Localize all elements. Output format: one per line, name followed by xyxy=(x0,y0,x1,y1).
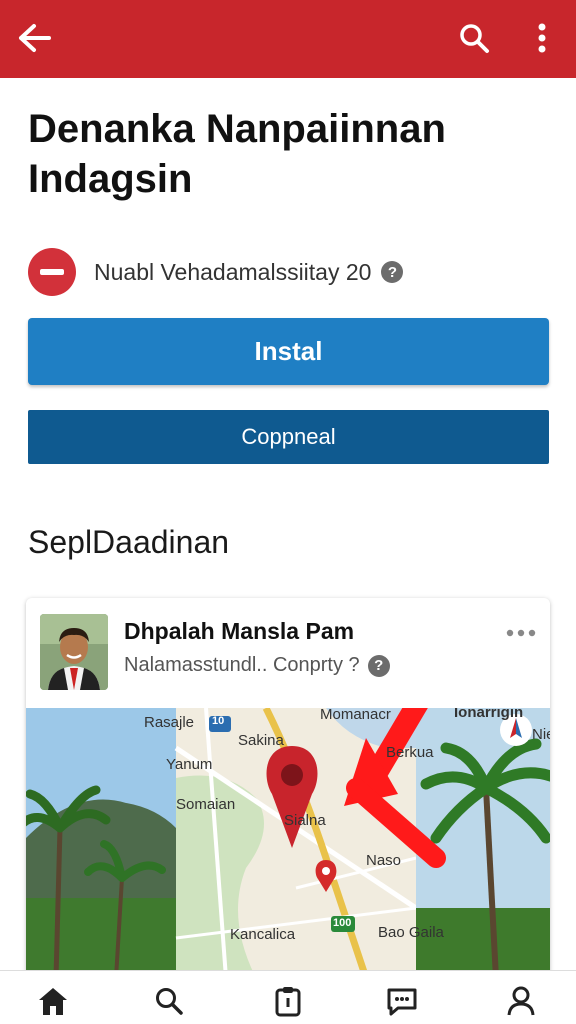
top-app-bar xyxy=(0,0,576,78)
map-label: Sakina xyxy=(238,732,284,749)
chat-icon xyxy=(387,988,417,1016)
profile-icon xyxy=(507,986,535,1016)
section-title: SeplDaadinan xyxy=(28,524,230,560)
status-row: Nuabl Vehadamalssiitay 20 ? xyxy=(28,248,548,296)
more-vertical-icon xyxy=(538,23,546,53)
map-label: Momanacr xyxy=(320,708,391,723)
post-author[interactable]: Dhpalah Mansla Pam xyxy=(124,618,354,645)
map-label: Yanum xyxy=(166,756,213,773)
map-label: Sialna xyxy=(284,812,326,829)
map-label: Nie xyxy=(532,726,550,743)
more-horizontal-icon[interactable] xyxy=(506,620,538,640)
road-badge: 100 xyxy=(333,917,352,929)
back-button[interactable] xyxy=(12,18,56,58)
minus-circle-icon xyxy=(28,248,76,296)
clipboard-icon xyxy=(275,987,301,1017)
nav-chat[interactable] xyxy=(377,979,427,1023)
map-label: Bao Gaila xyxy=(378,924,444,941)
map-label: Kancalica xyxy=(230,926,296,943)
nav-profile[interactable] xyxy=(496,979,546,1023)
map-label: Rasajle xyxy=(144,714,195,731)
nav-home[interactable] xyxy=(28,979,78,1023)
map-label: Ionarrigin xyxy=(454,708,524,721)
install-button[interactable]: Instal xyxy=(28,318,549,385)
secondary-button[interactable]: Coppneal xyxy=(28,410,549,464)
nav-clipboard[interactable] xyxy=(263,979,313,1023)
arrow-left-icon xyxy=(19,24,51,52)
search-button[interactable] xyxy=(452,16,496,60)
road-badge: 10 xyxy=(212,715,225,727)
search-icon xyxy=(460,24,489,53)
page-title: Denanka Nanpaiinnan Indagsin xyxy=(28,107,446,201)
post-subtitle-text: Nalamasstundl.. Conprty ? xyxy=(124,654,360,676)
nav-search[interactable] xyxy=(144,979,194,1023)
avatar[interactable] xyxy=(40,614,108,690)
help-icon[interactable]: ? xyxy=(367,654,390,677)
post-subtitle: Nalamasstundl.. Conprty ? ? xyxy=(124,654,390,677)
map-label: Naso xyxy=(366,852,402,869)
home-icon xyxy=(39,988,67,1015)
map-label: Berkua xyxy=(386,744,434,761)
help-icon[interactable]: ? xyxy=(381,261,404,283)
status-text: Nuabl Vehadamalssiitay 20 xyxy=(94,258,372,285)
bottom-navigation xyxy=(0,970,576,1024)
more-options-button[interactable] xyxy=(522,16,562,60)
map-preview[interactable]: Rasajle Sakina Momanacr Ionarrigin Berku… xyxy=(26,708,550,978)
search-icon xyxy=(156,988,183,1015)
map-label: Somaian xyxy=(176,796,236,813)
post-card[interactable]: Dhpalah Mansla Pam Nalamasstundl.. Conpr… xyxy=(26,598,550,978)
